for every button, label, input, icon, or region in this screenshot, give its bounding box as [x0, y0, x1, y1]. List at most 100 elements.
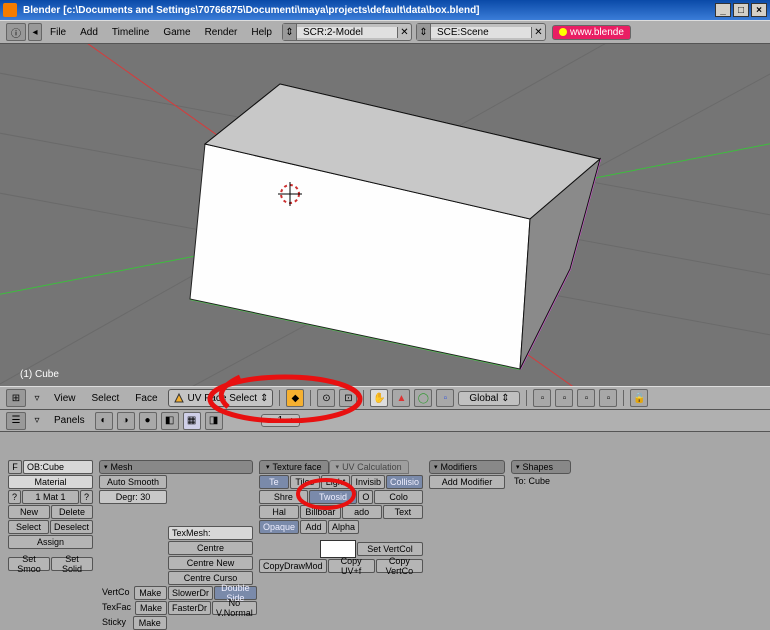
pivot-button[interactable]: ⊙ — [317, 389, 335, 407]
menu-render[interactable]: Render — [199, 25, 244, 40]
tab-uvcalc[interactable]: UV Calculation — [329, 460, 409, 474]
mat-deselect-button[interactable]: Deselect — [50, 520, 93, 534]
mat-browse[interactable]: ? — [80, 490, 93, 504]
shadow-button[interactable]: ado — [342, 505, 382, 519]
menu-timeline[interactable]: Timeline — [106, 25, 155, 40]
layer-button-1[interactable]: ▫ — [533, 389, 551, 407]
menu-expand-icon[interactable]: ▿ — [30, 391, 44, 405]
maximize-button[interactable]: □ — [733, 3, 749, 17]
scene-name[interactable]: SCE:Scene — [431, 27, 531, 38]
close-button[interactable]: × — [751, 3, 767, 17]
draw-type-button[interactable]: ◆ — [286, 389, 304, 407]
shared-button[interactable]: Shre — [259, 490, 308, 504]
vertcol-make-button[interactable]: Make — [134, 586, 167, 600]
texmesh-field[interactable]: TexMesh: — [168, 526, 253, 540]
opaque-button[interactable]: Opaque — [259, 520, 299, 534]
sticky-make-button[interactable]: Make — [133, 616, 168, 630]
collision-button[interactable]: Collisio — [386, 475, 423, 489]
screen-browse-icon[interactable]: ⇕ — [283, 24, 297, 40]
texface-make-button[interactable]: Make — [135, 601, 167, 615]
set-smooth-button[interactable]: Set Smoo — [8, 557, 50, 571]
tex-button[interactable]: Te — [259, 475, 289, 489]
mat-select-button[interactable]: Select — [8, 520, 49, 534]
context-shading[interactable]: ● — [139, 412, 157, 430]
layer-button-3[interactable]: ▫ — [577, 389, 595, 407]
frame-next[interactable]: ▸ — [287, 415, 299, 426]
frame-prev[interactable]: ◂ — [262, 415, 274, 426]
mat-slot[interactable]: 1 Mat 1 — [22, 490, 79, 504]
novnormal-button[interactable]: No V.Normal — [212, 601, 257, 615]
halo-button[interactable]: Hal — [259, 505, 299, 519]
3d-viewport[interactable]: (1) Cube — [0, 44, 770, 386]
context-object[interactable]: ◧ — [161, 412, 179, 430]
panel-shapes-title[interactable]: Shapes — [511, 460, 571, 474]
layer-button-4[interactable]: ▫ — [599, 389, 617, 407]
mode-selector[interactable]: UV Face Select ⇕ — [168, 389, 274, 407]
mat-assign-button[interactable]: Assign — [8, 535, 93, 549]
alpha-button[interactable]: Alpha — [328, 520, 359, 534]
context-editing[interactable]: ▦ — [183, 412, 201, 430]
ob-users-button[interactable]: F — [8, 460, 22, 474]
screen-selector[interactable]: ⇕ SCR:2-Model ✕ — [282, 23, 412, 41]
orientation-selector[interactable]: Global ⇕ — [458, 391, 520, 406]
menu-select[interactable]: Select — [86, 391, 126, 406]
set-vertcol-button[interactable]: Set VertCol — [357, 542, 423, 556]
centre-new-button[interactable]: Centre New — [168, 556, 253, 570]
light-button[interactable]: Light — [321, 475, 351, 489]
screen-delete-icon[interactable]: ✕ — [397, 27, 411, 38]
set-solid-button[interactable]: Set Solid — [51, 557, 93, 571]
window-type-button[interactable]: ⓘ — [6, 23, 26, 41]
panel-mesh-title[interactable]: Mesh — [99, 460, 253, 474]
screen-name[interactable]: SCR:2-Model — [297, 27, 397, 38]
obcolor-button[interactable]: O — [358, 490, 373, 504]
view-type-icon[interactable]: ⊞ — [6, 389, 26, 407]
frame-spinner[interactable]: ◂ 1 ▸ — [261, 414, 301, 427]
context-script[interactable]: ◑ — [117, 412, 135, 430]
centre-button[interactable]: Centre — [168, 541, 253, 555]
rotate-manipulator[interactable]: ◯ — [414, 389, 432, 407]
copy-drawmode-button[interactable]: CopyDrawMod — [259, 559, 327, 573]
auto-smooth-button[interactable]: Auto Smooth — [99, 475, 167, 489]
scale-manipulator[interactable]: ▫ — [436, 389, 454, 407]
panel-modifiers-title[interactable]: Modifiers — [429, 460, 505, 474]
tiles-button[interactable]: Tiles — [290, 475, 320, 489]
twosided-button[interactable]: Twosid — [309, 490, 358, 504]
menu-collapse-icon[interactable]: ◂ — [28, 23, 42, 41]
scene-selector[interactable]: ⇕ SCE:Scene ✕ — [416, 23, 546, 41]
layer-button-2[interactable]: ▫ — [555, 389, 573, 407]
material-field[interactable]: Material — [8, 475, 93, 489]
menu-help[interactable]: Help — [245, 25, 278, 40]
mat-new-button[interactable]: New — [8, 505, 50, 519]
frame-value[interactable]: 1 — [274, 415, 288, 426]
fasterdraw-button[interactable]: FasterDr — [168, 601, 211, 615]
context-scene[interactable]: ◨ — [205, 412, 223, 430]
menu-add[interactable]: Add — [74, 25, 104, 40]
menu-game[interactable]: Game — [157, 25, 196, 40]
translate-manipulator[interactable]: ▲ — [392, 389, 410, 407]
ob-name-field[interactable]: OB:Cube — [23, 460, 93, 474]
minimize-button[interactable]: _ — [715, 3, 731, 17]
scene-browse-icon[interactable]: ⇕ — [417, 24, 431, 40]
add-button[interactable]: Add — [300, 520, 327, 534]
scene-delete-icon[interactable]: ✕ — [531, 27, 545, 38]
copy-uv-button[interactable]: Copy UV+f — [328, 559, 375, 573]
copy-vertcol-button[interactable]: Copy VertCo — [376, 559, 423, 573]
tab-textureface[interactable]: Texture face — [259, 460, 329, 474]
add-modifier-button[interactable]: Add Modifier — [429, 475, 505, 489]
pivot-median-button[interactable]: ⊡ — [339, 389, 357, 407]
menu-face[interactable]: Face — [129, 391, 163, 406]
lock-button[interactable]: 🔒 — [630, 389, 648, 407]
mat-delete-button[interactable]: Delete — [51, 505, 93, 519]
mat-nav[interactable]: ? — [8, 490, 21, 504]
billboard-button[interactable]: Billboar — [300, 505, 340, 519]
degr-field[interactable]: Degr: 30 — [99, 490, 167, 504]
buttons-type-icon[interactable]: ☰ — [6, 412, 26, 430]
invisible-button[interactable]: Invisib — [351, 475, 385, 489]
text-button[interactable]: Text — [383, 505, 423, 519]
color-button[interactable]: Colo — [374, 490, 423, 504]
panels-expand-icon[interactable]: ▿ — [30, 414, 44, 428]
context-logic[interactable]: ◐ — [95, 412, 113, 430]
menu-view[interactable]: View — [48, 391, 82, 406]
slowerdraw-button[interactable]: SlowerDr — [168, 586, 213, 600]
menu-file[interactable]: File — [44, 25, 72, 40]
